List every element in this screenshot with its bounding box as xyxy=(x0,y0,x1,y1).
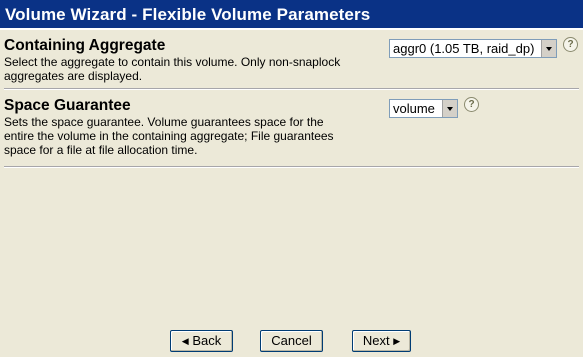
section-divider xyxy=(4,88,579,90)
cancel-button-label: Cancel xyxy=(271,333,312,348)
space-guarantee-section: Space Guarantee Sets the space guarantee… xyxy=(4,96,579,157)
chevron-left-icon: ◀ xyxy=(181,336,189,346)
space-guarantee-select[interactable]: volume xyxy=(389,99,458,118)
section-divider xyxy=(4,166,579,168)
chevron-right-icon: ▶ xyxy=(393,336,401,346)
help-question-icon[interactable]: ? xyxy=(464,97,479,112)
next-button-label: Next xyxy=(362,333,390,348)
space-guarantee-heading: Space Guarantee xyxy=(4,97,131,114)
chevron-down-icon[interactable] xyxy=(541,40,556,57)
back-button-label: Back xyxy=(192,333,222,348)
space-guarantee-desc-line-2: entire the volume in the containing aggr… xyxy=(4,129,334,143)
space-guarantee-select-value: volume xyxy=(393,101,435,116)
containing-aggregate-select-value: aggr0 (1.05 TB, raid_dp) xyxy=(393,41,535,56)
wizard-title: Volume Wizard - Flexible Volume Paramete… xyxy=(0,0,583,30)
chevron-down-icon[interactable] xyxy=(442,100,457,117)
cancel-button[interactable]: Cancel xyxy=(260,330,323,352)
containing-aggregate-select[interactable]: aggr0 (1.05 TB, raid_dp) xyxy=(389,39,557,58)
containing-aggregate-desc-line-2: aggregates are displayed. xyxy=(4,69,143,83)
back-button[interactable]: ◀ Back xyxy=(170,330,233,352)
help-question-icon[interactable]: ? xyxy=(563,37,578,52)
next-button[interactable]: Next ▶ xyxy=(352,330,411,352)
space-guarantee-desc-line-1: Sets the space guarantee. Volume guarant… xyxy=(4,115,324,129)
space-guarantee-desc-line-3: space for a file at file allocation time… xyxy=(4,143,198,157)
